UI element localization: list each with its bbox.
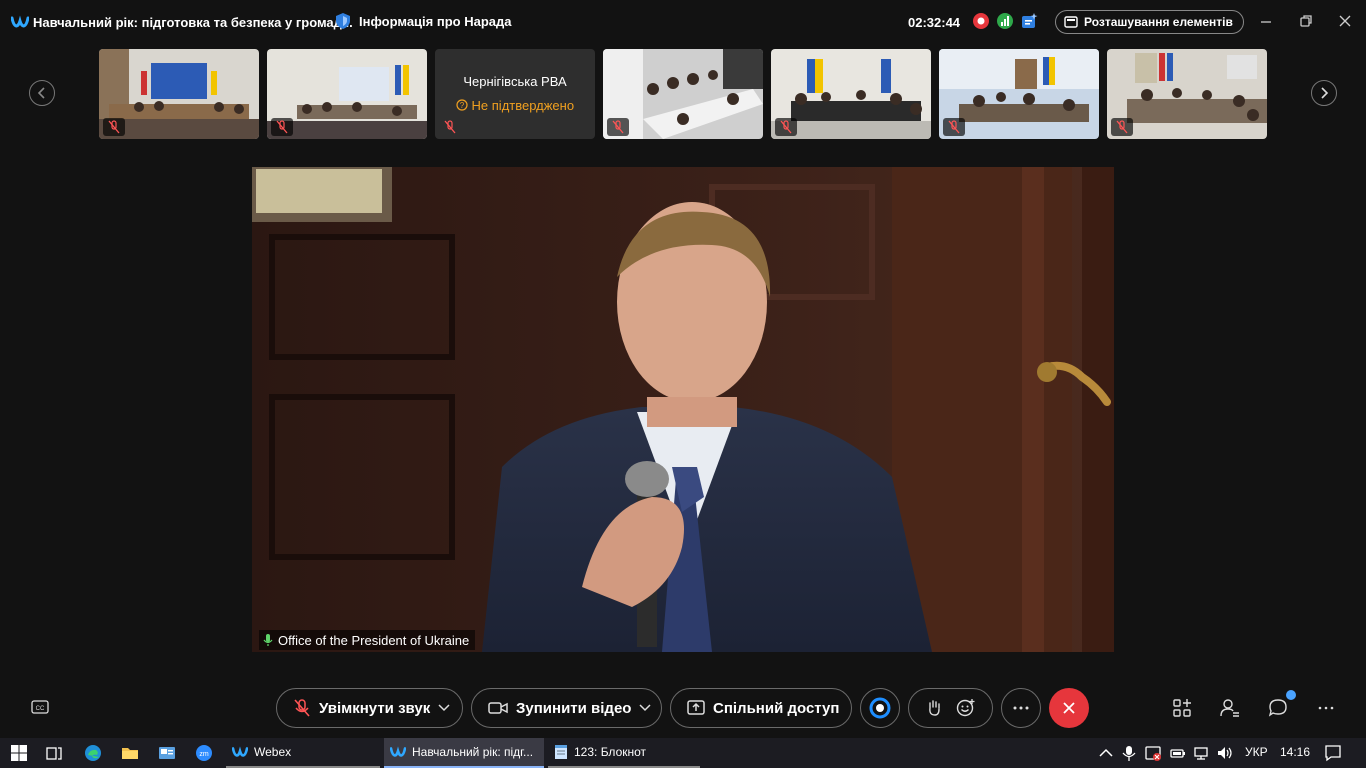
share-label: Спільний доступ xyxy=(713,699,840,717)
meeting-info-button[interactable]: Інформація про Нарада xyxy=(335,12,511,30)
microphone-icon xyxy=(263,634,273,646)
layout-label: Розташування елементів xyxy=(1084,15,1233,29)
microphone-tray-icon[interactable] xyxy=(1120,744,1138,762)
active-speaker-video[interactable] xyxy=(252,167,1114,652)
taskbar-app-notepad[interactable]: 123: Блокнот xyxy=(548,738,700,768)
question-icon: ? xyxy=(456,99,468,111)
emoji-reaction-icon[interactable] xyxy=(956,698,976,718)
language-indicator[interactable]: УКР xyxy=(1245,745,1268,759)
taskbar-app-label: 123: Блокнот xyxy=(574,745,647,759)
network-icon[interactable] xyxy=(1193,744,1211,762)
svg-text:CC: CC xyxy=(36,706,45,712)
strip-prev-button[interactable] xyxy=(29,80,55,106)
meeting-info-label: Інформація про Нарада xyxy=(359,13,512,29)
participant-tile[interactable] xyxy=(603,49,763,139)
meeting-title: Навчальний рік: підготовка та безпека у … xyxy=(33,15,353,30)
meeting-assistant-icon[interactable] xyxy=(1021,12,1039,30)
webex-ai-button[interactable] xyxy=(860,688,900,728)
stop-video-button[interactable]: Зупинити відео xyxy=(471,688,662,728)
taskbar-app-webex[interactable]: Webex xyxy=(226,738,380,768)
layout-icon xyxy=(1064,16,1078,28)
speaker-video-frame xyxy=(252,167,1114,652)
participant-tile-placeholder[interactable]: Чернігівська РВА ? Не підтверджено xyxy=(435,49,595,139)
chat-notification-badge xyxy=(1286,690,1296,700)
close-icon xyxy=(1063,702,1075,714)
close-icon[interactable] xyxy=(1337,13,1353,29)
muted-mic-icon xyxy=(439,118,461,136)
chevron-up-icon[interactable] xyxy=(1097,744,1115,762)
muted-mic-icon xyxy=(294,699,310,717)
taskbar-app-label: Webex xyxy=(254,745,292,759)
network-health-icon[interactable] xyxy=(996,12,1014,30)
task-view-icon[interactable] xyxy=(45,744,63,762)
more-dots-icon xyxy=(1013,706,1029,710)
restore-icon[interactable] xyxy=(1298,13,1314,29)
edge-browser-icon[interactable] xyxy=(84,744,102,762)
webex-logo-icon xyxy=(390,746,406,757)
webex-ai-icon xyxy=(869,697,891,719)
battery-icon[interactable] xyxy=(1169,744,1187,762)
svg-text:zm: zm xyxy=(199,751,209,758)
share-screen-icon xyxy=(687,700,705,715)
title-bar: Навчальний рік: підготовка та безпека у … xyxy=(0,0,1366,44)
taskbar-app-label: Навчальний рік: підг... xyxy=(412,745,534,759)
participant-tile[interactable] xyxy=(771,49,931,139)
participants-icon[interactable] xyxy=(1219,697,1241,719)
participant-name: Чернігівська РВА xyxy=(463,74,567,89)
participant-status: ? Не підтверджено xyxy=(435,98,595,113)
unmute-button[interactable]: Увімкнути звук xyxy=(276,688,463,728)
minimize-icon[interactable] xyxy=(1258,13,1274,29)
muted-mic-icon xyxy=(775,118,797,136)
speaker-name: Office of the President of Ukraine xyxy=(278,632,470,648)
more-panels-icon[interactable] xyxy=(1315,697,1337,719)
participant-tile[interactable] xyxy=(1107,49,1267,139)
file-explorer-icon[interactable] xyxy=(121,744,139,762)
chevron-right-icon xyxy=(1321,87,1329,99)
volume-icon[interactable] xyxy=(1216,744,1234,762)
chevron-down-icon[interactable] xyxy=(639,704,651,712)
strip-next-button[interactable] xyxy=(1311,80,1337,106)
muted-mic-icon xyxy=(943,118,965,136)
raise-hand-icon[interactable] xyxy=(926,699,942,717)
muted-mic-icon xyxy=(103,118,125,136)
muted-mic-icon xyxy=(607,118,629,136)
meeting-timer: 02:32:44 xyxy=(908,15,961,30)
participant-status-label: Не підтверджено xyxy=(471,98,575,113)
notepad-icon xyxy=(555,745,567,759)
webex-logo-icon xyxy=(232,746,248,757)
closed-captions-icon[interactable]: CC xyxy=(31,700,49,716)
windows-start-icon[interactable] xyxy=(10,744,28,762)
unmute-label: Увімкнути звук xyxy=(319,699,431,717)
camera-icon xyxy=(488,702,508,714)
svg-text:?: ? xyxy=(460,101,465,110)
speaker-name-label: Office of the President of Ukraine xyxy=(259,630,476,650)
chevron-down-icon[interactable] xyxy=(438,704,450,712)
zoom-app-icon[interactable]: zm xyxy=(195,744,213,762)
participant-tile[interactable] xyxy=(939,49,1099,139)
leave-meeting-button[interactable] xyxy=(1049,688,1089,728)
notifications-icon[interactable] xyxy=(1324,744,1342,762)
security-tray-icon[interactable] xyxy=(1144,744,1162,762)
system-clock[interactable]: 14:16 xyxy=(1280,745,1310,759)
stop-video-label: Зупинити відео xyxy=(516,699,632,717)
chevron-left-icon xyxy=(37,87,45,99)
participant-tile[interactable] xyxy=(267,49,427,139)
muted-mic-icon xyxy=(271,118,293,136)
shield-icon xyxy=(336,13,350,29)
chat-icon[interactable] xyxy=(1267,697,1289,719)
share-button[interactable]: Спільний доступ xyxy=(670,688,852,728)
participant-tile[interactable] xyxy=(99,49,259,139)
apps-icon[interactable] xyxy=(1171,697,1193,719)
network-app-icon[interactable] xyxy=(158,744,176,762)
recording-icon[interactable] xyxy=(972,12,990,30)
layout-button[interactable]: Розташування елементів xyxy=(1055,10,1244,34)
muted-mic-icon xyxy=(1111,118,1133,136)
reactions-group xyxy=(908,688,993,728)
more-options-button[interactable] xyxy=(1001,688,1041,728)
taskbar-app-meeting[interactable]: Навчальний рік: підг... xyxy=(384,738,544,768)
webex-logo-icon xyxy=(11,15,29,28)
